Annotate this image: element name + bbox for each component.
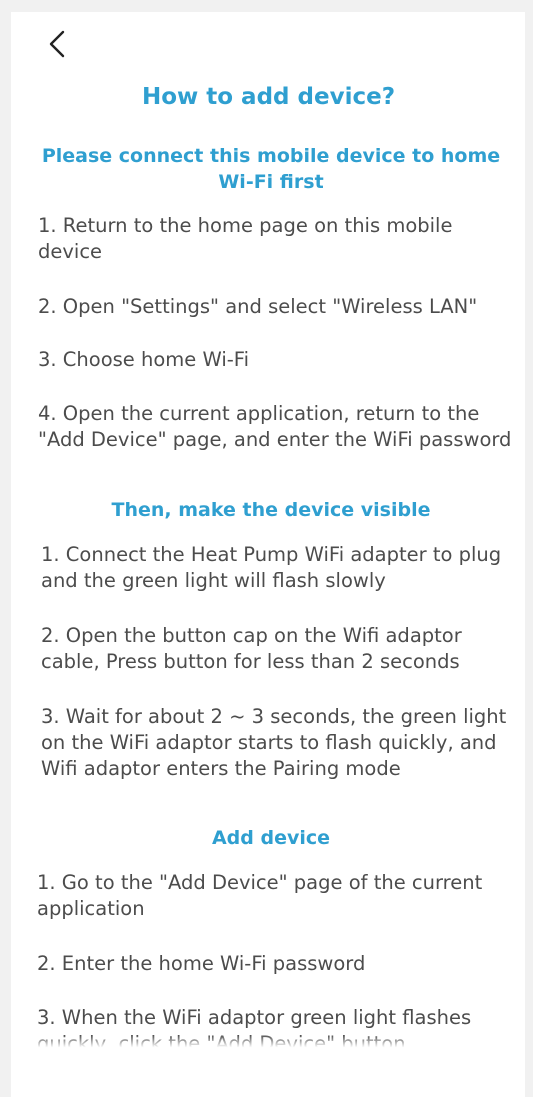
list-item: 3. Choose home Wi-Fi xyxy=(38,348,249,371)
list-item: 4. Open the current application, return … xyxy=(38,402,512,451)
section-title-connect-wifi: Please connect this mobile device to hom… xyxy=(41,145,501,193)
list-item: 3. Wait for about 2 ~ 3 seconds, the gre… xyxy=(41,705,507,780)
list-item: 1. Return to the home page on this mobil… xyxy=(38,214,453,263)
list-item: 2. Enter the home Wi-Fi password xyxy=(37,952,366,975)
section-title-device-visible: Then, make the device visible xyxy=(111,499,431,521)
back-button[interactable] xyxy=(42,28,72,60)
list-item: 1. Go to the "Add Device" page of the cu… xyxy=(37,871,483,920)
help-page: How to add device? Please connect this m… xyxy=(12,12,525,1097)
scroll-fade xyxy=(12,1035,525,1097)
chevron-left-icon xyxy=(49,30,65,58)
list-item: 2. Open the button cap on the Wifi adapt… xyxy=(41,624,462,673)
list-item: 2. Open "Settings" and select "Wireless … xyxy=(38,295,478,318)
page-title: How to add device? xyxy=(141,84,396,110)
list-item: 1. Connect the Heat Pump WiFi adapter to… xyxy=(41,543,502,592)
section-title-add-device: Add device xyxy=(211,827,331,849)
